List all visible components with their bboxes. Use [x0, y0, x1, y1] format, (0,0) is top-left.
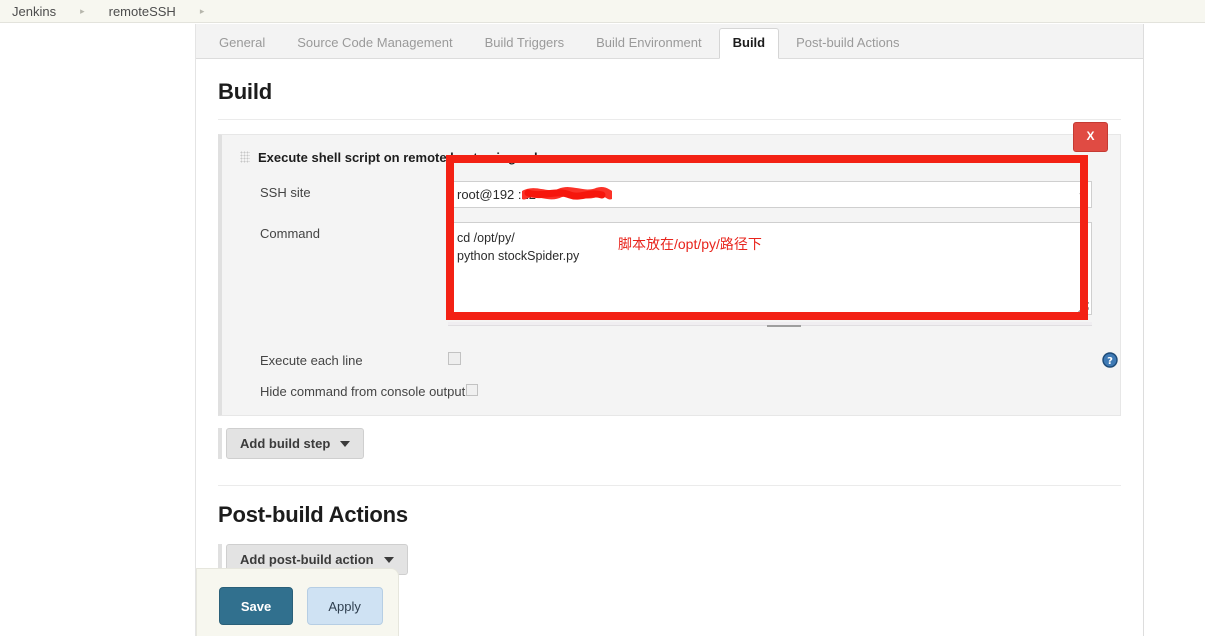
breadcrumb-separator-icon: ▸ [80, 5, 85, 16]
tab-bar: General Source Code Management Build Tri… [196, 24, 1143, 59]
ssh-site-value: root@192 :22 [457, 187, 536, 202]
tab-build-triggers[interactable]: Build Triggers [470, 27, 579, 58]
caret-down-icon [383, 556, 394, 563]
tab-general[interactable]: General [204, 27, 280, 58]
tab-build-environment[interactable]: Build Environment [581, 27, 717, 58]
caret-down-icon [340, 440, 351, 447]
tab-build[interactable]: Build [718, 28, 780, 59]
breadcrumb-separator-icon: ▸ [199, 5, 205, 16]
hide-command-label: Hide command from console output [260, 384, 466, 399]
form-row-hide-command: Hide command from console output [222, 384, 1120, 399]
add-build-step-strip: Add build step [218, 428, 365, 459]
hide-command-checkbox[interactable] [466, 384, 478, 396]
build-step-execute-shell-remote: X Execute shell script on remote host us… [218, 122, 1121, 416]
svg-text:?: ? [1107, 356, 1113, 367]
save-button[interactable]: Save [219, 587, 293, 625]
drag-handle-icon[interactable] [240, 151, 250, 163]
tab-post-build-actions[interactable]: Post-build Actions [781, 27, 914, 58]
build-step-header: Execute shell script on remote host usin… [222, 147, 1120, 167]
add-post-build-action-label: Add post-build action [240, 552, 374, 567]
form-row-execute-each-line: Execute each line ? [222, 352, 1120, 368]
add-build-step-button[interactable]: Add build step [226, 428, 365, 459]
postbuild-section-divider [218, 485, 1121, 486]
command-textarea[interactable] [448, 222, 1092, 315]
command-label: Command [260, 226, 320, 241]
breadcrumb: Jenkins ▸ remoteSSH ▸ [0, 0, 1205, 23]
textarea-drag-bar[interactable] [767, 317, 801, 327]
execute-each-line-label: Execute each line [260, 352, 363, 368]
apply-button[interactable]: Apply [306, 587, 383, 625]
tab-source-code-management[interactable]: Source Code Management [282, 27, 467, 58]
breadcrumb-item-remotessh[interactable]: remoteSSH [105, 4, 180, 19]
save-bar: Save Apply [196, 568, 399, 636]
execute-each-line-checkbox[interactable] [448, 352, 461, 365]
help-icon[interactable]: ? [1102, 352, 1118, 368]
build-section-divider [218, 119, 1121, 120]
form-row-command: Command 脚本放在/opt/py/路径下 [222, 222, 1120, 327]
config-panel: General Source Code Management Build Tri… [195, 24, 1144, 636]
postbuild-section-title: Post-build Actions [218, 502, 408, 527]
form-row-ssh-site: SSH site root@192 :22 ▾ [222, 181, 1120, 208]
ssh-site-label: SSH site [260, 185, 311, 200]
build-section-title: Build [218, 79, 272, 104]
ssh-site-select[interactable]: root@192 :22 [448, 181, 1092, 208]
delete-build-step-button[interactable]: X [1073, 122, 1108, 152]
breadcrumb-item-jenkins[interactable]: Jenkins [8, 4, 60, 19]
add-build-step-label: Add build step [240, 436, 331, 451]
build-step-title: Execute shell script on remote host usin… [258, 149, 542, 165]
